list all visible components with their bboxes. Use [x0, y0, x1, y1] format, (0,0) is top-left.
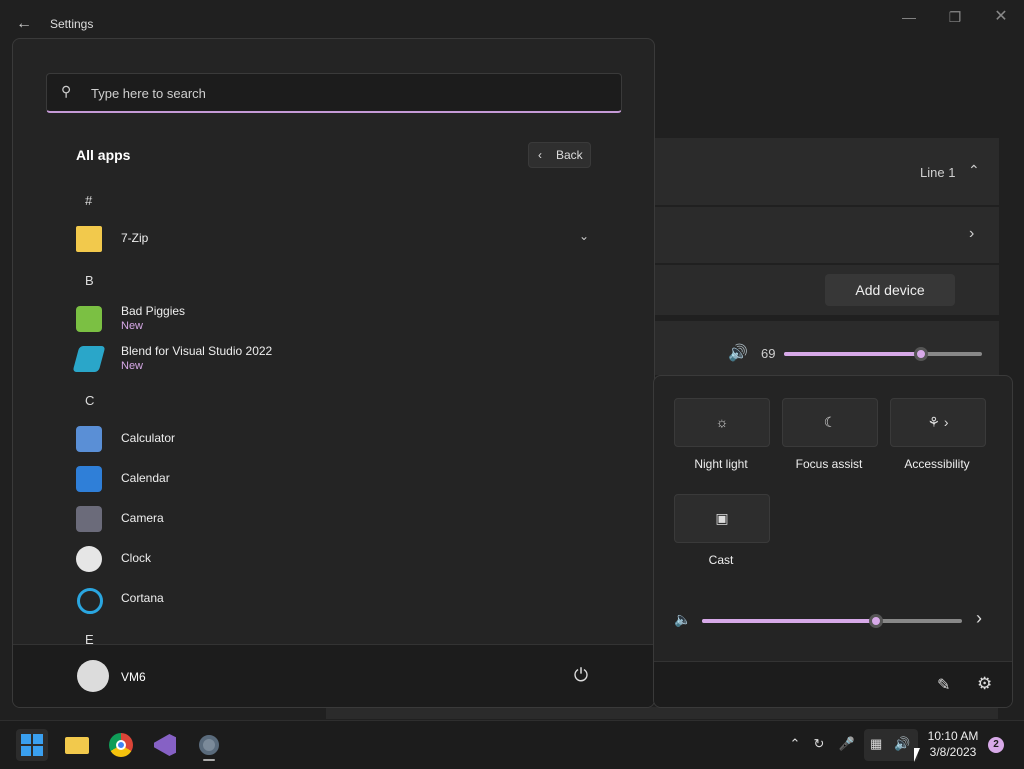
app-name: Clock [121, 551, 152, 565]
power-icon[interactable]: ⏻ [569, 663, 593, 687]
volume-icon: 🔊 [894, 736, 911, 751]
list-item-blend[interactable]: Blend for Visual Studio 2022 New [72, 340, 616, 380]
add-device-button[interactable]: Add device [825, 274, 955, 306]
accessibility-toggle[interactable]: ⚘ › [890, 398, 986, 447]
app-name: Calendar [121, 471, 170, 485]
time-text: 10:10 AM [927, 729, 979, 743]
cast-icon: ▣ [715, 510, 729, 526]
letter-header-c[interactable]: C [85, 393, 94, 408]
start-icon[interactable] [16, 729, 48, 761]
clock[interactable]: 10:10 AM 3/8/2023 [924, 728, 982, 760]
back-button[interactable]: ‹ Back [528, 142, 591, 168]
date-text: 3/8/2023 [929, 745, 977, 759]
back-arrow-icon[interactable]: ← [12, 12, 36, 36]
settings-card-volume: 🔊 69 [655, 321, 999, 375]
close-icon[interactable]: ✕ [986, 8, 1016, 26]
speaker-icon: 🔊 [728, 345, 748, 362]
network-volume-button[interactable]: ▦ 🔊 [864, 729, 918, 761]
settings-app-icon[interactable] [193, 729, 225, 761]
chevron-down-icon[interactable]: ⌄ [579, 229, 589, 243]
network-icon: ▦ [870, 736, 883, 751]
app-name: Blend for Visual Studio 2022 [121, 344, 273, 358]
quick-settings-panel: ☼ Night light ☾ Focus assist ⚘ › Accessi… [653, 375, 1013, 708]
search-input[interactable] [89, 82, 593, 104]
night-light-label: Night light [694, 457, 748, 471]
cast-toggle[interactable]: ▣ [674, 494, 770, 543]
restore-icon[interactable]: ❐ [940, 8, 970, 26]
qs-volume-thumb[interactable] [869, 614, 883, 628]
focus-assist-label: Focus assist [795, 457, 863, 471]
all-apps-title: All apps [76, 147, 131, 163]
line-label: Line 1 [920, 165, 956, 180]
volume-value: 69 [761, 346, 776, 361]
avatar[interactable] [77, 660, 109, 692]
quick-settings-footer: ✎ ⚙ [654, 661, 1012, 707]
night-light-icon: ☼ [715, 414, 729, 430]
window-title: Settings [50, 17, 94, 31]
chevron-up-icon[interactable]: ⌃ [786, 735, 804, 753]
back-label: Back [556, 148, 583, 162]
pencil-icon[interactable]: ✎ [937, 675, 950, 695]
visual-studio-icon[interactable] [149, 729, 181, 761]
camera-icon [76, 506, 102, 532]
search-box[interactable]: ⚲ [46, 73, 622, 113]
folder-icon [76, 226, 102, 252]
calendar-icon [76, 466, 102, 492]
chrome-icon[interactable] [105, 729, 137, 761]
volume-slider-thumb[interactable] [914, 347, 928, 361]
taskbar: ⌃ ↻ 🎤 ▦ 🔊 10:10 AM 3/8/2023 2 [0, 720, 1024, 769]
list-item-cortana[interactable]: Cortana [76, 580, 616, 620]
qs-volume-track[interactable] [702, 619, 962, 623]
app-name: Bad Piggies [121, 304, 186, 318]
list-item-bad-piggies[interactable]: Bad Piggies New [76, 300, 616, 340]
volume-slider-fill [784, 352, 921, 356]
search-icon: ⚲ [61, 83, 72, 99]
letter-header-b[interactable]: B [85, 273, 94, 288]
user-name[interactable]: VM6 [121, 670, 146, 684]
notification-badge[interactable]: 2 [988, 737, 1004, 753]
mouse-cursor-icon [914, 748, 920, 762]
chevron-right-icon[interactable]: › [969, 225, 974, 243]
speaker-icon[interactable]: 🔈 [674, 611, 691, 628]
clock-icon [76, 546, 102, 572]
night-light-toggle[interactable]: ☼ [674, 398, 770, 447]
minimize-icon[interactable]: — [894, 8, 924, 26]
microphone-icon[interactable]: 🎤 [838, 735, 856, 753]
focus-assist-toggle[interactable]: ☾ [782, 398, 878, 447]
cast-label: Cast [708, 553, 734, 567]
sync-icon[interactable]: ↻ [810, 735, 828, 753]
list-item-camera[interactable]: Camera [76, 500, 616, 540]
app-name: Calculator [121, 431, 176, 445]
new-badge: New [121, 360, 144, 372]
start-menu: ⚲ All apps ‹ Back # 7-Zip ⌄ B Bad Piggie… [12, 38, 655, 708]
settings-card-bottom [326, 707, 998, 719]
start-footer: VM6 ⏻ [13, 644, 654, 707]
new-badge: New [121, 320, 144, 332]
accessibility-icon: ⚘ › [927, 414, 949, 430]
chevron-right-icon[interactable]: › [976, 608, 982, 629]
chevron-left-icon: ‹ [538, 148, 542, 162]
moon-icon: ☾ [823, 414, 837, 430]
blend-icon [72, 346, 106, 372]
list-item-7zip[interactable]: 7-Zip ⌄ [76, 220, 616, 260]
file-explorer-icon[interactable] [61, 729, 93, 761]
list-item-clock[interactable]: Clock [76, 540, 616, 580]
gear-icon[interactable]: ⚙ [977, 674, 992, 694]
list-item-calendar[interactable]: Calendar [76, 460, 616, 500]
calculator-icon [76, 426, 102, 452]
settings-card-line[interactable]: Line 1 ⌃ [655, 138, 999, 205]
letter-header-hash[interactable]: # [85, 193, 92, 208]
list-item-calculator[interactable]: Calculator [76, 420, 616, 460]
cortana-icon [77, 588, 103, 614]
app-name: Camera [121, 511, 164, 525]
settings-card-link[interactable]: › [655, 207, 999, 263]
settings-card-add-device: Add device [655, 265, 999, 315]
app-name: Cortana [121, 591, 164, 605]
bad-piggies-icon [76, 306, 102, 332]
volume-slider-track[interactable] [784, 352, 982, 356]
app-name: 7-Zip [121, 231, 149, 245]
qs-volume-fill [702, 619, 876, 623]
accessibility-label: Accessibility [904, 457, 970, 471]
chevron-up-icon[interactable]: ⌃ [968, 162, 980, 179]
